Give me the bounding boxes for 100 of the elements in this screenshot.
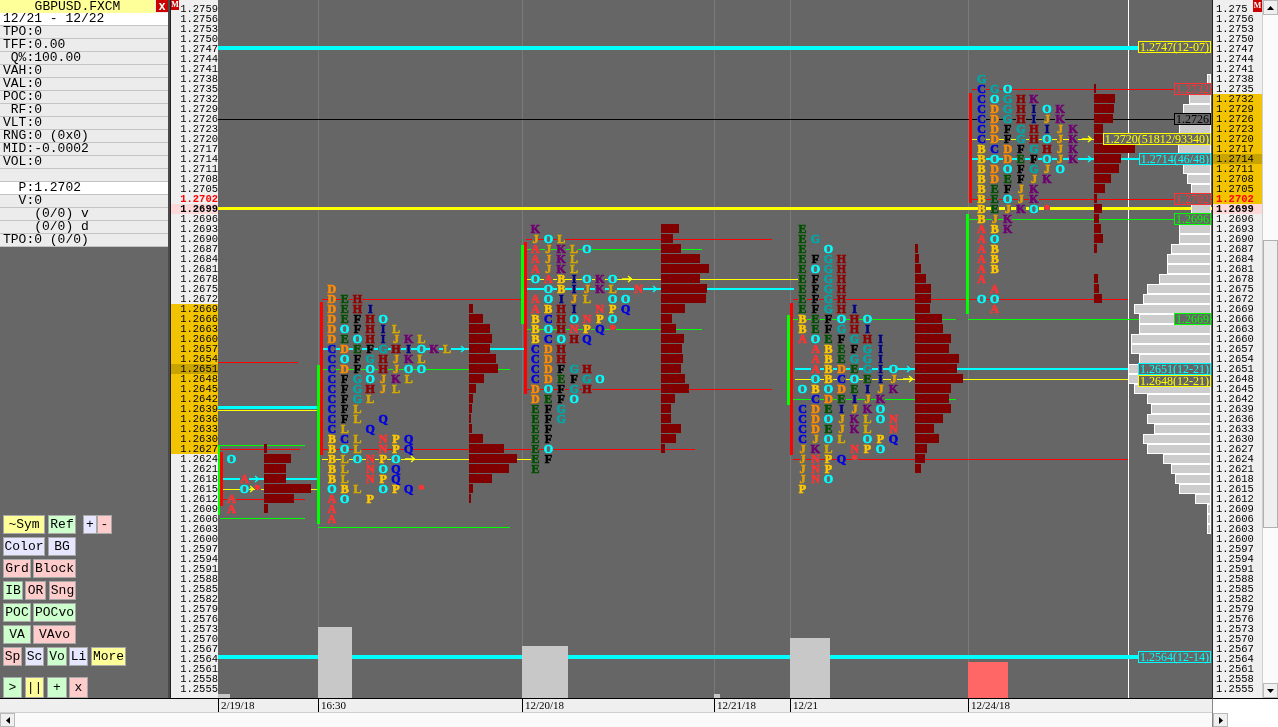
scroll-up-button[interactable] xyxy=(1263,0,1278,15)
tpo-letter: J xyxy=(545,265,552,273)
price-label: 1.2666 xyxy=(1215,314,1255,324)
scroll-right-button[interactable] xyxy=(1213,713,1228,727)
tool-button[interactable]: Color xyxy=(3,537,45,556)
stat-text: VOL:0 xyxy=(0,156,168,169)
tool-button[interactable]: Vo xyxy=(47,647,67,666)
tpo-letter: G xyxy=(352,385,363,393)
tpo-letter: F xyxy=(824,325,833,333)
tpo-letter: C xyxy=(327,375,337,383)
tpo-letter: P xyxy=(392,485,400,493)
price-label: 1.2642 xyxy=(171,394,218,404)
stat-text: MID:-0.0002 xyxy=(0,143,168,156)
tool-button[interactable]: + xyxy=(83,515,97,534)
price-label: 1.2645 xyxy=(1215,384,1255,394)
tool-button[interactable]: OR xyxy=(25,581,46,600)
mode-button[interactable]: M xyxy=(171,0,179,10)
tool-button[interactable]: > xyxy=(3,677,22,698)
tpo-letter: O xyxy=(543,295,553,303)
tool-button[interactable]: Sng xyxy=(49,581,76,600)
price-label: 1.2678 xyxy=(1215,274,1255,284)
tpo-letter: F xyxy=(544,435,552,443)
price-label: 1.2609 xyxy=(179,504,218,514)
tpo-letter: O xyxy=(823,415,834,423)
tpo-letter: P xyxy=(392,435,400,443)
tpo-letter: O xyxy=(875,405,886,413)
tool-button[interactable]: Sc xyxy=(25,647,44,666)
tpo-letter: P xyxy=(366,495,374,503)
scroll-down-button[interactable] xyxy=(1263,683,1278,698)
tpo-letter: K xyxy=(1068,125,1078,133)
price-label: 1.2678 xyxy=(179,274,218,284)
tpo-letter: F xyxy=(811,305,820,313)
tpo-letter: D xyxy=(340,345,350,353)
tpo-letter: G xyxy=(989,85,1000,93)
tpo-letter: O xyxy=(849,375,860,383)
tool-button[interactable]: Sp xyxy=(3,647,22,666)
tpo-letter: F xyxy=(824,315,833,323)
price-label: 1.2564 xyxy=(1215,654,1255,664)
tpo-letter: Q xyxy=(391,475,401,483)
tpo-letter: D xyxy=(1003,145,1013,153)
tpo-letter: E xyxy=(990,185,999,193)
tpo-letter: F xyxy=(366,345,374,353)
tpo-letter: F xyxy=(837,335,846,343)
tool-button[interactable]: Li xyxy=(69,647,88,666)
tpo-letter: L xyxy=(583,295,591,303)
tpo-letter: E xyxy=(824,405,833,413)
tpo-letter: B xyxy=(531,335,540,343)
price-label: 1.2747 xyxy=(179,44,218,54)
price-label: 1.2594 xyxy=(179,554,218,564)
tpo-letter: F xyxy=(1017,145,1025,153)
tool-button[interactable]: x xyxy=(69,677,88,698)
price-label: 1.2696 xyxy=(179,214,218,224)
tool-button[interactable]: ~Sym xyxy=(3,515,45,534)
tool-button[interactable]: POC xyxy=(3,603,31,622)
tpo-letter: C xyxy=(327,365,337,373)
scroll-left-button[interactable] xyxy=(0,713,15,727)
tpo-letter: A xyxy=(811,365,820,373)
tpo-letter: I xyxy=(865,385,870,393)
tool-button[interactable]: + xyxy=(47,677,67,698)
tool-button[interactable]: IB xyxy=(3,581,23,600)
tool-button[interactable]: More xyxy=(91,647,126,666)
price-label: 1.2714 xyxy=(179,154,218,164)
tool-button[interactable]: Block xyxy=(33,559,76,578)
tpo-letter: G xyxy=(823,275,834,283)
tpo-letter: J xyxy=(877,385,884,393)
price-label: 1.2651 xyxy=(1215,364,1255,374)
horizontal-scrollbar[interactable] xyxy=(0,712,1212,727)
tool-button[interactable]: VA xyxy=(3,625,31,644)
tool-button[interactable]: POCvo xyxy=(33,603,76,622)
tpo-letter: D xyxy=(811,425,820,433)
scroll-thumb[interactable] xyxy=(1263,240,1278,528)
stat-text: POC:0 xyxy=(0,91,168,104)
tpo-letter: L xyxy=(340,465,349,473)
tpo-letter: F xyxy=(557,365,565,373)
tool-button[interactable]: Grd xyxy=(3,559,31,578)
price-label: 1.2564 xyxy=(179,654,218,664)
price-tag: 1.2648(12-21) xyxy=(1138,375,1211,387)
tpo-letter: E xyxy=(850,385,859,393)
tpo-letter: G xyxy=(823,305,834,313)
tpo-letter: C xyxy=(327,415,337,423)
tool-button[interactable]: BG xyxy=(48,537,76,556)
tool-button[interactable]: - xyxy=(97,515,112,534)
tpo-letter: B xyxy=(327,455,336,463)
tool-button[interactable]: Ref xyxy=(48,515,76,534)
tool-button[interactable]: || xyxy=(25,677,44,698)
tpo-letter: F xyxy=(1004,125,1012,133)
arrow-icon xyxy=(1082,155,1092,163)
mode-button[interactable]: M xyxy=(1253,0,1262,12)
price-label: 1.2672 xyxy=(179,294,218,304)
tpo-letter: B xyxy=(990,225,999,233)
caret-up-icon xyxy=(1267,5,1274,10)
tpo-letter: O xyxy=(365,375,375,383)
tpo-letter: O xyxy=(340,355,350,363)
tpo-letter: * xyxy=(254,485,261,493)
price-label: 1.2696 xyxy=(1215,214,1255,224)
tpo-letter: L xyxy=(557,235,566,243)
tool-button[interactable]: VAvo xyxy=(33,625,76,644)
close-button[interactable]: x xyxy=(156,0,168,12)
vertical-scrollbar[interactable] xyxy=(1262,0,1278,698)
tpo-letter: G xyxy=(823,265,834,273)
